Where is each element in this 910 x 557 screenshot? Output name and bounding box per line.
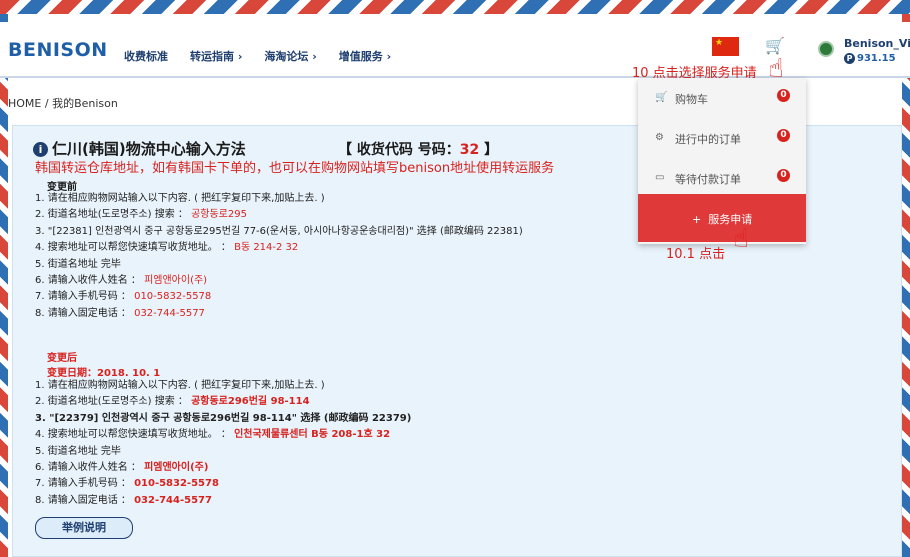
pointing-hand-icon: ☝ [733,224,749,254]
dropdown-item-orders-in-progress[interactable]: ⚙ 进行中的订单 0 [638,118,806,158]
user-dropdown-menu: 🛒 购物车 0 ⚙ 进行中的订单 0 ▭ 等待付款订单 0 + 服务申请 [638,78,806,244]
nav-item-services[interactable]: 增值服务 › [339,48,391,64]
airmail-border-left [0,14,8,557]
service-apply-button[interactable]: + 服务申请 [638,194,806,242]
before-steps-list: 1. 请在相应购物网站输入以下内容. ( 把红字复印下来,加贴上去. ) 2. … [35,191,523,322]
list-item: 7. 请输入手机号码 ： 010-5832-5578 [35,478,219,490]
dropdown-item-label: 进行中的订单 [675,133,741,146]
list-item: 1. 请在相应购物网站输入以下内容. ( 把红字复印下来,加贴上去. ) [35,193,325,204]
list-item: 4. 搜索地址可以帮您快速填写收货地址。 ： 인천국제물류센터 B동 208-1… [35,429,391,441]
warehouse-note: 韩国转运仓库地址，如有韩国卡下单的，也可以在购物网站填写benison地址使用转… [35,161,555,176]
receiving-code-value: 32 [459,142,480,158]
balance-value: 931.15 [857,53,896,64]
list-item: 6. 请输入收件人姓名 ： 피엠앤아이(주) [35,461,209,473]
annotation-step-10-1: 10.1 点击 [666,247,726,262]
list-item: 7. 请输入手机号码 ： 010-5832-5578 [35,291,212,303]
count-badge: 0 [777,169,790,182]
cart-icon: 🛒 [655,92,668,103]
count-badge: 0 [777,129,790,142]
points-icon: P [844,53,855,64]
list-item: 5. 街道名地址 完毕 [35,258,121,270]
gears-icon: ⚙ [655,132,664,143]
list-item: 6. 请输入收件人姓名 ： 피엠앤아이(주) [35,274,208,286]
cart-icon[interactable]: 🛒 [765,37,785,55]
info-icon: i [33,142,48,157]
nav-item-pricing[interactable]: 收费标准 [124,48,168,64]
list-item: 3. "[22379] 인천광역시 중구 공항동로296번길 98-114" 选… [35,412,412,424]
receiving-code: 【 收货代码 号码：32 】 [338,142,499,158]
list-item: 4. 搜索地址可以帮您快速填写收货地址。 ： B동 214-2 32 [35,242,299,254]
airmail-border-top [0,0,910,14]
count-badge: 0 [777,89,790,102]
benison-logo[interactable]: BENISON [8,39,108,61]
list-item: 8. 请输入固定电话 ： 032-744-5577 [35,494,212,506]
example-button[interactable]: 举例说明 [35,517,133,539]
list-item: 2. 街道名地址(도로명주소) 搜索 ： 공항동로296번길 98-114 [35,396,310,408]
dropdown-item-awaiting-payment[interactable]: ▭ 等待付款订单 0 [638,158,806,198]
dropdown-item-label: 购物车 [675,93,708,106]
list-item: 8. 请输入固定电话 ： 032-744-5577 [35,307,205,319]
list-item: 3. "[22381] 인천광역시 중구 공항동로295번길 77-6(운서동,… [35,225,523,237]
list-item: 5. 街道名地址 完毕 [35,445,121,457]
list-item: 2. 街道名地址(도로명주소) 搜索 ： 공항동로295 [35,209,247,221]
after-steps-list: 1. 请在相应购物网站输入以下内容. ( 把红字复印下来,加贴上去. ) 2. … [35,378,411,509]
after-change-label: 变更后 [47,353,77,364]
avatar[interactable] [818,41,834,57]
main-nav: 收费标准 转运指南 › 海淘论坛 › 增值服务 › [124,48,391,64]
china-flag-icon[interactable]: ★ [712,37,739,56]
nav-item-guide[interactable]: 转运指南 › [190,48,242,64]
change-date: 变更日期：2018. 10. 1 [47,368,161,379]
panel-title: i 仁川(韩国)物流中心输入方法 [33,138,246,159]
breadcrumb[interactable]: HOME / 我的Benison [8,95,118,111]
nav-item-forum[interactable]: 海淘论坛 › [264,48,316,64]
user-balance: P 931.15 [844,53,896,64]
user-name[interactable]: Benison_Vi [844,37,910,50]
list-item: 1. 请在相应购物网站输入以下内容. ( 把红字复印下来,加贴上去. ) [35,380,325,391]
card-icon: ▭ [655,172,665,183]
airmail-border-right [902,14,910,557]
dropdown-item-label: 等待付款订单 [675,173,741,186]
dropdown-item-cart[interactable]: 🛒 购物车 0 [638,78,806,118]
